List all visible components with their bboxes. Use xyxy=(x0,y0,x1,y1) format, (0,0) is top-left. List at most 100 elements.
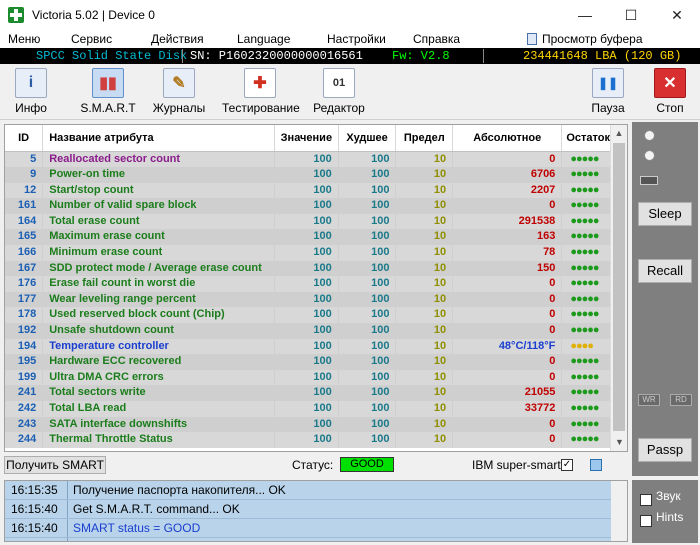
table-row[interactable]: 194 Temperature controller 100 100 10 48°C/11… xyxy=(5,338,611,355)
log-scrollbar[interactable] xyxy=(611,481,627,541)
table-row[interactable]: 176 Erase fail count in worst die 100 100 10… xyxy=(5,276,611,292)
color-indicator[interactable] xyxy=(590,459,602,471)
table-row[interactable]: 177 Wear leveling range percent 100 100 10 0 ●… xyxy=(5,291,611,308)
scroll-thumb[interactable] xyxy=(613,143,625,431)
attribute-name: SDD protect mode / Average erase count xyxy=(42,260,275,277)
recall-button[interactable]: Recall xyxy=(638,259,692,283)
close-button[interactable]: ✕ xyxy=(654,0,700,30)
table-row[interactable]: 165 Maximum erase count 100 100 10 163 ●●●●● xyxy=(5,229,611,246)
attribute-id: 244 xyxy=(5,432,44,448)
col-raw[interactable]: Абсолютное xyxy=(452,125,563,152)
attribute-raw: 78 xyxy=(452,245,563,261)
attribute-threshold: 10 xyxy=(395,182,454,199)
table-row[interactable]: 164 Total erase count 100 100 10 291538 ●●●●● xyxy=(5,213,611,230)
table-scrollbar[interactable]: ▲ ▼ xyxy=(610,125,627,451)
get-smart-button[interactable]: Получить SMART xyxy=(4,456,106,474)
attribute-threshold: 10 xyxy=(395,167,454,183)
tool-info-button[interactable]: i Инфо xyxy=(8,68,54,115)
tool-testing-label: Тестирование xyxy=(222,101,300,115)
radio-option-2[interactable] xyxy=(644,150,655,161)
radio-option-1[interactable] xyxy=(644,130,655,141)
col-health[interactable]: Остаток xyxy=(561,125,611,152)
attribute-threshold: 10 xyxy=(395,307,454,324)
col-attribute-name[interactable]: Название атрибута xyxy=(42,125,275,152)
attribute-name: Reallocated sector count xyxy=(42,151,275,168)
menu-main[interactable]: Меню xyxy=(8,31,40,47)
attribute-threshold: 10 xyxy=(395,151,454,168)
attribute-id: 176 xyxy=(5,276,44,292)
menu-actions[interactable]: Действия xyxy=(151,31,204,47)
tool-smart-button[interactable]: ▮▮ S.M.A.R.T xyxy=(76,68,140,115)
menu-settings[interactable]: Настройки xyxy=(327,31,386,47)
table-row[interactable]: 5 Reallocated sector count 100 100 10 0 ●●●●● xyxy=(5,151,611,168)
hints-checkbox[interactable]: ✓ xyxy=(640,515,652,527)
pause-button[interactable]: ❚❚ Пауза xyxy=(586,68,630,115)
scroll-up-icon[interactable]: ▲ xyxy=(611,125,627,142)
indicator-led xyxy=(640,176,658,185)
table-row[interactable]: 192 Unsafe shutdown count 100 100 10 0 ●●●●● xyxy=(5,323,611,339)
table-row[interactable]: 166 Minimum erase count 100 100 10 78 ●●●●● xyxy=(5,245,611,261)
table-row[interactable]: 199 Ultra DMA CRC errors 100 100 10 0 ●●●●● xyxy=(5,369,611,386)
sound-option[interactable]: ✓ Звук xyxy=(640,489,681,506)
wr-button[interactable]: WR xyxy=(638,394,660,406)
attribute-raw: 21055 xyxy=(452,385,563,401)
attribute-threshold: 10 xyxy=(395,276,454,292)
toolbar: i Инфо ▮▮ S.M.A.R.T ✎ Журналы ✚ Тестиров… xyxy=(0,64,700,120)
maximize-button[interactable]: ☐ xyxy=(608,0,654,30)
hints-option[interactable]: ✓ Hints xyxy=(640,510,683,527)
menu-service[interactable]: Сервис xyxy=(71,31,112,47)
attribute-health: ●●●●● xyxy=(561,245,611,261)
tool-testing-button[interactable]: ✚ Тестирование xyxy=(222,68,300,115)
attribute-threshold: 10 xyxy=(395,401,454,417)
attribute-value: 100 xyxy=(274,151,339,168)
attribute-value: 100 xyxy=(274,182,339,199)
table-row[interactable]: 161 Number of valid spare block 100 100 10 0 ●… xyxy=(5,198,611,214)
stop-button[interactable]: ✕ Стоп xyxy=(650,68,690,115)
passp-button[interactable]: Passp xyxy=(638,438,692,462)
attribute-value: 100 xyxy=(274,385,339,401)
table-row[interactable]: 167 SDD protect mode / Average erase coun… xyxy=(5,260,611,277)
disk-model: SPCC Solid State Disk xyxy=(36,49,188,63)
ibm-super-smart-checkbox[interactable]: ✓ xyxy=(561,459,573,471)
table-row[interactable]: 9 Power-on time 100 100 10 6706 ●●●●● xyxy=(5,167,611,183)
attribute-threshold: 10 xyxy=(395,432,454,448)
sleep-button[interactable]: Sleep xyxy=(638,202,692,226)
attribute-threshold: 10 xyxy=(395,198,454,214)
attribute-raw: 0 xyxy=(452,432,563,448)
attribute-value: 100 xyxy=(274,338,339,355)
app-cross-icon xyxy=(8,7,24,23)
attribute-raw: 0 xyxy=(452,151,563,168)
minimize-button[interactable]: — xyxy=(562,0,608,30)
scroll-down-icon[interactable]: ▼ xyxy=(611,434,627,451)
table-row[interactable]: 244 Thermal Throttle Status 100 100 10 0 ●●●●● xyxy=(5,432,611,448)
menu-language[interactable]: Language xyxy=(237,31,290,47)
log-message: Get S.M.A.R.T. command... OK xyxy=(73,502,240,516)
attribute-health: ●●●●● xyxy=(561,432,611,448)
clipboard-view-menu[interactable]: Просмотр буфера xyxy=(527,31,643,47)
attribute-raw: 0 xyxy=(452,323,563,339)
attribute-raw: 0 xyxy=(452,369,563,386)
attribute-name: Erase fail count in worst die xyxy=(42,276,275,292)
attribute-name: Total sectors write xyxy=(42,385,275,401)
attribute-health: ●●●●● xyxy=(561,416,611,433)
attribute-worst: 100 xyxy=(338,198,397,214)
table-row[interactable]: 242 Total LBA read 100 100 10 33772 ●●●●● xyxy=(5,401,611,417)
log-message: SMART status = GOOD xyxy=(73,521,201,535)
tool-logs-button[interactable]: ✎ Журналы xyxy=(150,68,208,115)
log-time: 16:15:40 xyxy=(11,502,58,516)
table-row[interactable]: 195 Hardware ECC recovered 100 100 10 0 ●●●●● xyxy=(5,354,611,370)
col-id[interactable]: ID xyxy=(5,125,44,152)
tool-editor-label: Редактор xyxy=(313,101,365,115)
firmware-version: Fw: V2.8 xyxy=(392,49,450,63)
rd-button[interactable]: RD xyxy=(670,394,692,406)
col-threshold[interactable]: Предел xyxy=(395,125,454,152)
col-value[interactable]: Значение xyxy=(274,125,339,152)
col-worst[interactable]: Худшее xyxy=(338,125,397,152)
menu-help[interactable]: Справка xyxy=(413,31,460,47)
table-row[interactable]: 178 Used reserved block count (Chip) 100 10… xyxy=(5,307,611,324)
table-row[interactable]: 12 Start/stop count 100 100 10 2207 ●●●●● xyxy=(5,182,611,199)
table-row[interactable]: 243 SATA interface downshifts 100 100 10 0 ●●●… xyxy=(5,416,611,433)
sound-checkbox[interactable]: ✓ xyxy=(640,494,652,506)
table-row[interactable]: 241 Total sectors write 100 100 10 21055 ●●●●● xyxy=(5,385,611,401)
tool-editor-button[interactable]: 01 Редактор xyxy=(310,68,368,115)
